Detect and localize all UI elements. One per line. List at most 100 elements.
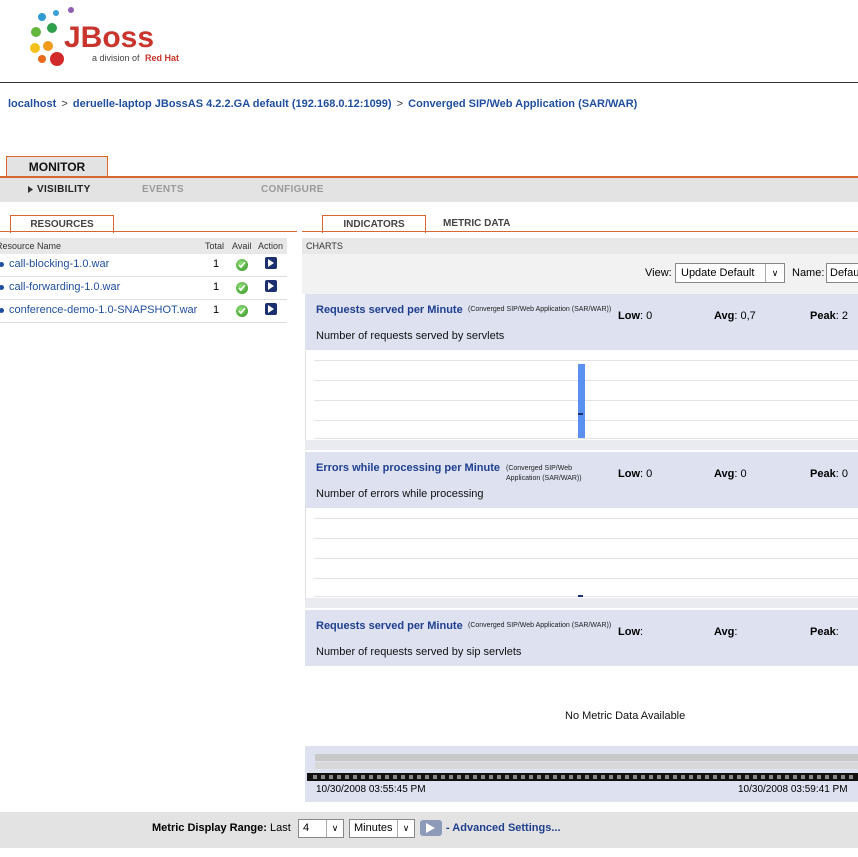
chart-bar[interactable] [578,364,585,438]
timeline-tick[interactable] [641,775,645,779]
timeline-tick[interactable] [521,775,525,779]
timeline-tick[interactable] [481,775,485,779]
timeline-tick[interactable] [681,775,685,779]
range-unit-select[interactable]: Minutes ∨ [349,819,415,838]
chart-title[interactable]: Requests served per Minute [316,304,463,316]
subtab-configure[interactable]: CONFIGURE [261,184,324,195]
timeline-tick[interactable] [849,775,853,779]
timeline-slider[interactable] [307,773,858,781]
timeline-tick[interactable] [657,775,661,779]
subtab-events[interactable]: EVENTS [142,184,184,195]
timeline-tick[interactable] [689,775,693,779]
timeline-tick[interactable] [617,775,621,779]
timeline-tick[interactable] [729,775,733,779]
timeline-tick[interactable] [393,775,397,779]
timeline-track [315,754,858,761]
timeline-tick[interactable] [377,775,381,779]
timeline-tick[interactable] [313,775,317,779]
timeline-tick[interactable] [665,775,669,779]
timeline-tick[interactable] [553,775,557,779]
name-select[interactable]: Default [826,263,858,283]
timeline-tick[interactable] [625,775,629,779]
timeline-tick[interactable] [817,775,821,779]
resource-link[interactable]: conference-demo-1.0-SNAPSHOT.war [9,304,197,316]
timeline-tick[interactable] [401,775,405,779]
timeline-tick[interactable] [425,775,429,779]
timeline-tick[interactable] [841,775,845,779]
timeline-tick[interactable] [785,775,789,779]
timeline-tick[interactable] [705,775,709,779]
timeline-tick[interactable] [569,775,573,779]
timeline-tick[interactable] [737,775,741,779]
chart-title[interactable]: Errors while processing per Minute [316,462,500,474]
timeline-tick[interactable] [385,775,389,779]
timeline-tick[interactable] [745,775,749,779]
subtab-visibility[interactable]: VISIBILITY [37,184,91,195]
breadcrumb-host[interactable]: localhost [8,98,56,110]
resource-link[interactable]: call-blocking-1.0.war [9,258,109,270]
timeline-tick[interactable] [761,775,765,779]
timeline-tick[interactable] [433,775,437,779]
timeline-tick[interactable] [409,775,413,779]
chart-title[interactable]: Requests served per Minute [316,620,463,632]
timeline-tick[interactable] [361,775,365,779]
timeline-tick[interactable] [713,775,717,779]
timeline-tick[interactable] [489,775,493,779]
col-total: Total [205,241,225,251]
timeline-tick[interactable] [577,775,581,779]
timeline-tick[interactable] [417,775,421,779]
timeline-tick[interactable] [561,775,565,779]
breadcrumb-server[interactable]: deruelle-laptop JBossAS 4.2.2.GA default… [73,98,392,110]
metric-range-title: Metric Display Range: [152,822,267,834]
table-row: call-blocking-1.0.war 1 [0,254,287,277]
timeline-tick[interactable] [337,775,341,779]
timeline-tick[interactable] [833,775,837,779]
timeline-tick[interactable] [369,775,373,779]
action-play-icon[interactable] [265,303,277,315]
action-play-icon[interactable] [265,257,277,269]
advanced-settings-link[interactable]: - Advanced Settings... [446,822,561,834]
timeline-tick[interactable] [441,775,445,779]
timeline-tick[interactable] [825,775,829,779]
view-select[interactable]: Update Default ∨ [675,263,785,283]
timeline-tick[interactable] [545,775,549,779]
timeline-tick[interactable] [769,775,773,779]
apply-range-button[interactable] [420,820,442,836]
timeline-tick[interactable] [777,775,781,779]
timeline-tick[interactable] [801,775,805,779]
timeline-tick[interactable] [649,775,653,779]
timeline-tick[interactable] [329,775,333,779]
tab-monitor[interactable]: MONITOR [6,156,108,178]
timeline-tick[interactable] [537,775,541,779]
tab-metric-data[interactable]: METRIC DATA [443,218,510,229]
timeline-tick[interactable] [721,775,725,779]
timeline-tick[interactable] [321,775,325,779]
timeline-tick[interactable] [673,775,677,779]
timeline-tick[interactable] [809,775,813,779]
timeline-tick[interactable] [609,775,613,779]
resource-total: 1 [213,304,220,316]
timeline-tick[interactable] [473,775,477,779]
gridline [314,438,858,439]
timeline-tick[interactable] [513,775,517,779]
breadcrumb-app[interactable]: Converged SIP/Web Application (SAR/WAR) [408,98,637,110]
timeline-tick[interactable] [529,775,533,779]
action-play-icon[interactable] [265,280,277,292]
timeline-tick[interactable] [633,775,637,779]
timeline-tick[interactable] [449,775,453,779]
timeline-tick[interactable] [793,775,797,779]
timeline-tick[interactable] [353,775,357,779]
range-count-select[interactable]: 4 ∨ [298,819,344,838]
timeline-tick[interactable] [345,775,349,779]
timeline-tick[interactable] [457,775,461,779]
timeline-tick[interactable] [593,775,597,779]
timeline-tick[interactable] [505,775,509,779]
resource-link[interactable]: call-forwarding-1.0.war [9,281,120,293]
timeline-tick[interactable] [465,775,469,779]
timeline-tick[interactable] [697,775,701,779]
timeline-tick[interactable] [585,775,589,779]
timeline-tick[interactable] [601,775,605,779]
name-label: Name: [792,267,825,279]
timeline-tick[interactable] [497,775,501,779]
timeline-tick[interactable] [753,775,757,779]
